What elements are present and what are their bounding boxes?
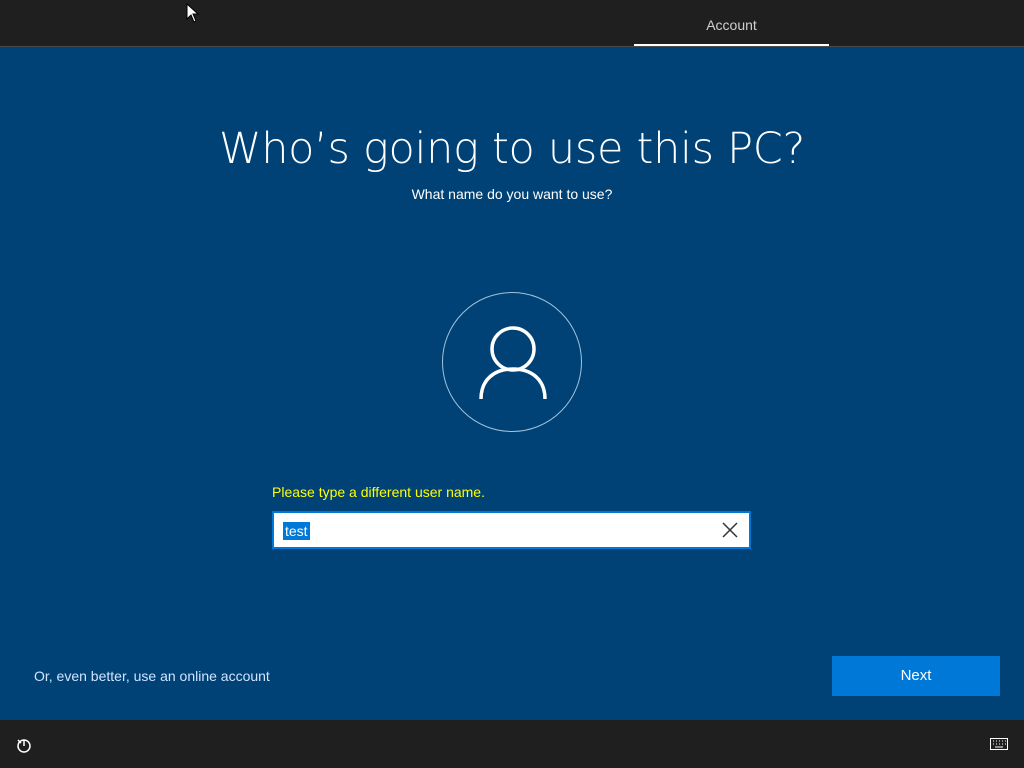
mouse-cursor-icon <box>186 3 200 23</box>
page-title: Who’s going to use this PC? <box>218 124 806 174</box>
avatar <box>442 292 582 432</box>
next-button[interactable]: Next <box>832 656 1000 696</box>
clear-icon[interactable] <box>721 521 739 539</box>
accessibility-icon[interactable] <box>14 736 34 754</box>
tab-active-indicator <box>634 44 829 46</box>
tab-account: Account <box>706 17 757 33</box>
top-bar: Account <box>0 0 1024 47</box>
user-icon <box>479 326 547 400</box>
bottom-bar <box>0 720 1024 768</box>
keyboard-icon[interactable] <box>990 738 1008 750</box>
username-input[interactable]: test <box>272 511 751 549</box>
main-panel: Who’s going to use this PC? What name do… <box>0 48 1024 720</box>
username-value[interactable]: test <box>283 522 310 540</box>
online-account-link[interactable]: Or, even better, use an online account <box>34 668 270 684</box>
page-subtitle: What name do you want to use? <box>411 186 613 202</box>
error-message: Please type a different user name. <box>272 484 485 500</box>
